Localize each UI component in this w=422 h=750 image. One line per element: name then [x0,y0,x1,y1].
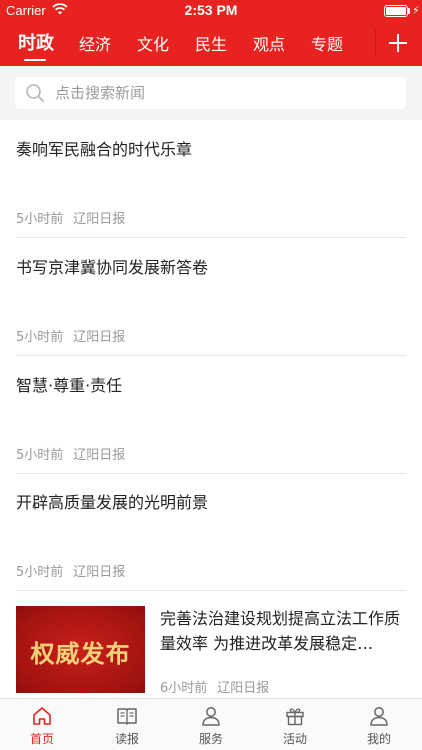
news-title: 完善法治建设规划提高立法工作质量效率 为推进改革发展稳定… [160,609,401,653]
tab-shizheng[interactable]: 时政 [18,29,54,55]
news-item[interactable]: 书写京津冀协同发展新答卷 5小时前 辽阳日报 [0,238,422,356]
tab-jingji[interactable]: 经济 [79,31,111,55]
news-time: 5小时前 [16,448,64,463]
nav-label: 读报 [114,732,139,746]
nav-label: 首页 [29,732,54,746]
person-icon [202,707,220,726]
home-icon [33,707,51,725]
news-meta: 6小时前 辽阳日报 [160,677,269,696]
news-meta: 5小时前 辽阳日报 [16,561,125,580]
nav-me[interactable]: 我的 [349,705,409,747]
news-source: 辽阳日报 [73,212,126,227]
plus-icon[interactable] [384,29,412,57]
news-source: 辽阳日报 [73,448,126,463]
user-icon [370,707,388,726]
news-meta: 5小时前 辽阳日报 [16,208,125,227]
status-time: 2:53 PM [184,2,238,18]
active-tab-indicator [24,59,46,61]
gift-icon [286,708,304,726]
nav-newspaper[interactable]: 读报 [97,705,157,747]
nav-activities[interactable]: 活动 [265,705,325,747]
news-item[interactable]: 开辟高质量发展的光明前景 5小时前 辽阳日报 [0,473,422,591]
tabs-divider [375,29,376,57]
news-meta: 5小时前 辽阳日报 [16,444,125,463]
app-header: Carrier 2:53 PM ⚡ 时政 经济 文化 民生 观点 专题 [0,0,422,66]
news-title: 智慧·尊重·责任 [16,376,123,395]
news-title: 书写京津冀协同发展新答卷 [16,258,209,277]
tab-zhuanti[interactable]: 专题 [311,31,343,55]
search-box[interactable] [15,77,406,109]
tab-guandian[interactable]: 观点 [253,31,285,55]
news-time: 6小时前 [160,681,208,696]
news-source: 辽阳日报 [217,681,270,696]
search-input[interactable] [55,77,395,109]
image-news-item[interactable]: 权威发布 完善法治建设规划提高立法工作质量效率 为推进改革发展稳定… 6小时前辽… [0,590,422,698]
channel-tabs: 时政 经济 文化 民生 观点 专题 [0,27,422,63]
news-time: 5小时前 [16,565,64,580]
nav-label: 活动 [282,732,307,746]
bottom-tab-bar: 首页 读报 服务 活动 我的 [0,698,422,750]
nav-services[interactable]: 服务 [181,705,241,747]
nav-home[interactable]: 首页 [12,705,72,747]
news-source: 辽阳日报 [73,565,126,580]
news-title: 奏响军民融合的时代乐章 [16,140,193,159]
nav-label: 我的 [366,732,391,746]
news-item[interactable]: 奏响军民融合的时代乐章 5小时前 辽阳日报 [0,120,422,238]
status-bar: Carrier 2:53 PM ⚡ [0,0,422,22]
news-time: 5小时前 [16,330,64,345]
news-meta: 5小时前 辽阳日报 [16,326,125,345]
thumbnail-caption: 权威发布 [30,640,131,668]
battery-icon: ⚡ [384,4,420,17]
news-title: 开辟高质量发展的光明前景 [16,493,209,512]
search-area [0,66,422,120]
news-time: 5小时前 [16,212,64,227]
news-source: 辽阳日报 [73,330,126,345]
search-icon [25,83,45,103]
tab-minsheng[interactable]: 民生 [195,31,227,55]
news-thumbnail: 权威发布 [16,606,145,693]
nav-label: 服务 [198,732,223,746]
newspaper-icon [117,708,137,725]
news-item[interactable]: 智慧·尊重·责任 5小时前 辽阳日报 [0,356,422,474]
tab-wenhua[interactable]: 文化 [137,31,169,55]
